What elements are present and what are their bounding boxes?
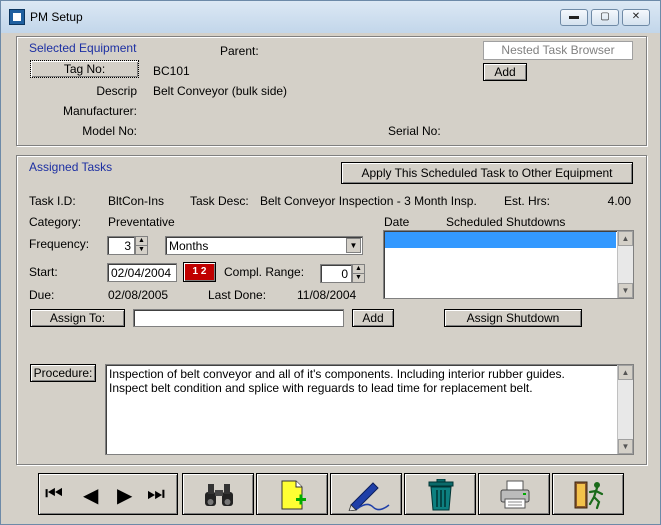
- binoculars-icon: [205, 484, 233, 506]
- start-date-input[interactable]: 02/04/2004: [107, 263, 177, 282]
- find-button[interactable]: [182, 473, 254, 515]
- task-desc-value: Belt Conveyor Inspection - 3 Month Insp.: [260, 194, 477, 208]
- minimize-button[interactable]: ▬: [560, 9, 588, 26]
- stepper-down-icon[interactable]: ▼: [353, 274, 364, 283]
- frequency-unit-select[interactable]: Months ▼: [165, 236, 363, 255]
- category-label: Category:: [29, 215, 82, 229]
- stepper-down-icon[interactable]: ▼: [136, 246, 147, 255]
- date-column-header: Date: [384, 215, 410, 229]
- frequency-input[interactable]: 3: [107, 236, 135, 255]
- scroll-up-icon[interactable]: ▲: [618, 231, 633, 246]
- record-navigation: ⏮ ◀ ▶ ⏭: [38, 473, 178, 515]
- compl-range-stepper[interactable]: ▲ ▼: [352, 264, 365, 283]
- due-label: Due:: [29, 288, 55, 302]
- frequency-label: Frequency:: [29, 237, 90, 251]
- task-desc-label: Task Desc:: [190, 194, 249, 208]
- stepper-up-icon[interactable]: ▲: [136, 237, 147, 246]
- procedure-scrollbar[interactable]: ▲ ▼: [617, 365, 633, 454]
- descrip-label: Descrip: [96, 84, 137, 98]
- apply-task-to-other-equipment-button[interactable]: Apply This Scheduled Task to Other Equip…: [341, 162, 633, 184]
- scheduled-shutdowns-column-header: Scheduled Shutdowns: [446, 215, 566, 229]
- scroll-down-icon[interactable]: ▼: [618, 439, 633, 454]
- frequency-stepper[interactable]: ▲ ▼: [135, 236, 148, 255]
- next-record-icon[interactable]: ▶: [117, 483, 132, 508]
- task-id-label: Task I.D:: [29, 194, 76, 208]
- compl-range-input[interactable]: 0: [320, 264, 352, 283]
- parent-label: Parent:: [220, 44, 259, 58]
- selected-equipment-title: Selected Equipment: [29, 41, 137, 55]
- edit-record-button[interactable]: [330, 473, 402, 515]
- last-record-icon[interactable]: ⏭: [147, 483, 165, 506]
- title-bar: PM Setup ▬ ▢ ✕: [1, 1, 660, 33]
- task-id-value: BltCon-Ins: [108, 194, 165, 208]
- previous-record-icon[interactable]: ◀: [83, 483, 98, 508]
- category-value: Preventative: [108, 215, 175, 229]
- tag-no-button[interactable]: Tag No:: [30, 60, 139, 78]
- chevron-down-icon[interactable]: ▼: [346, 238, 361, 253]
- edit-pen-icon: [348, 482, 390, 511]
- add-parent-button[interactable]: Add: [483, 63, 527, 81]
- assign-add-button[interactable]: Add: [352, 309, 394, 327]
- window-title: PM Setup: [30, 10, 83, 24]
- pm-setup-window: PM Setup ▬ ▢ ✕ Selected Equipment Parent…: [0, 0, 661, 525]
- assign-to-button[interactable]: Assign To:: [30, 309, 125, 327]
- new-record-button[interactable]: [256, 473, 328, 515]
- compl-range-label: Compl. Range:: [224, 265, 305, 279]
- est-hrs-value: 4.00: [607, 194, 631, 208]
- assign-to-input[interactable]: [133, 309, 344, 327]
- stepper-up-icon[interactable]: ▲: [353, 265, 364, 274]
- procedure-textarea[interactable]: Inspection of belt conveyor and all of i…: [105, 364, 634, 455]
- new-document-icon: [281, 480, 306, 510]
- first-record-icon[interactable]: ⏮: [45, 483, 63, 506]
- trash-can-icon: [428, 479, 454, 511]
- shutdowns-scrollbar[interactable]: ▲ ▼: [617, 231, 633, 298]
- scroll-up-icon[interactable]: ▲: [618, 365, 633, 380]
- manufacturer-label: Manufacturer:: [62, 104, 137, 118]
- calendar-icon[interactable]: 1 2: [183, 262, 216, 282]
- due-value: 02/08/2005: [108, 288, 169, 302]
- printer-icon: [500, 480, 530, 509]
- app-icon: [9, 9, 25, 25]
- maximize-button[interactable]: ▢: [591, 9, 619, 26]
- scheduled-shutdowns-list[interactable]: ▲ ▼: [383, 230, 634, 299]
- start-label: Start:: [29, 265, 58, 279]
- exit-button[interactable]: [552, 473, 624, 515]
- serial-no-label: Serial No:: [388, 124, 441, 138]
- last-done-label: Last Done:: [208, 288, 267, 302]
- est-hrs-label: Est. Hrs:: [504, 194, 551, 208]
- delete-record-button[interactable]: [404, 473, 476, 515]
- descrip-value: Belt Conveyor (bulk side): [153, 84, 288, 98]
- frequency-unit-value: Months: [169, 239, 209, 253]
- print-button[interactable]: [478, 473, 550, 515]
- scroll-down-icon[interactable]: ▼: [618, 283, 633, 298]
- list-selected-row[interactable]: [385, 232, 616, 248]
- close-button[interactable]: ✕: [622, 9, 650, 26]
- model-no-label: Model No:: [82, 124, 137, 138]
- procedure-button[interactable]: Procedure:: [30, 364, 96, 382]
- tag-no-value: BC101: [153, 64, 190, 78]
- assign-shutdown-button[interactable]: Assign Shutdown: [444, 309, 582, 327]
- last-done-value: 11/08/2004: [297, 288, 357, 302]
- nested-task-browser-button[interactable]: Nested Task Browser: [483, 41, 633, 60]
- assigned-tasks-title: Assigned Tasks: [29, 160, 113, 174]
- exit-door-icon: [574, 481, 604, 510]
